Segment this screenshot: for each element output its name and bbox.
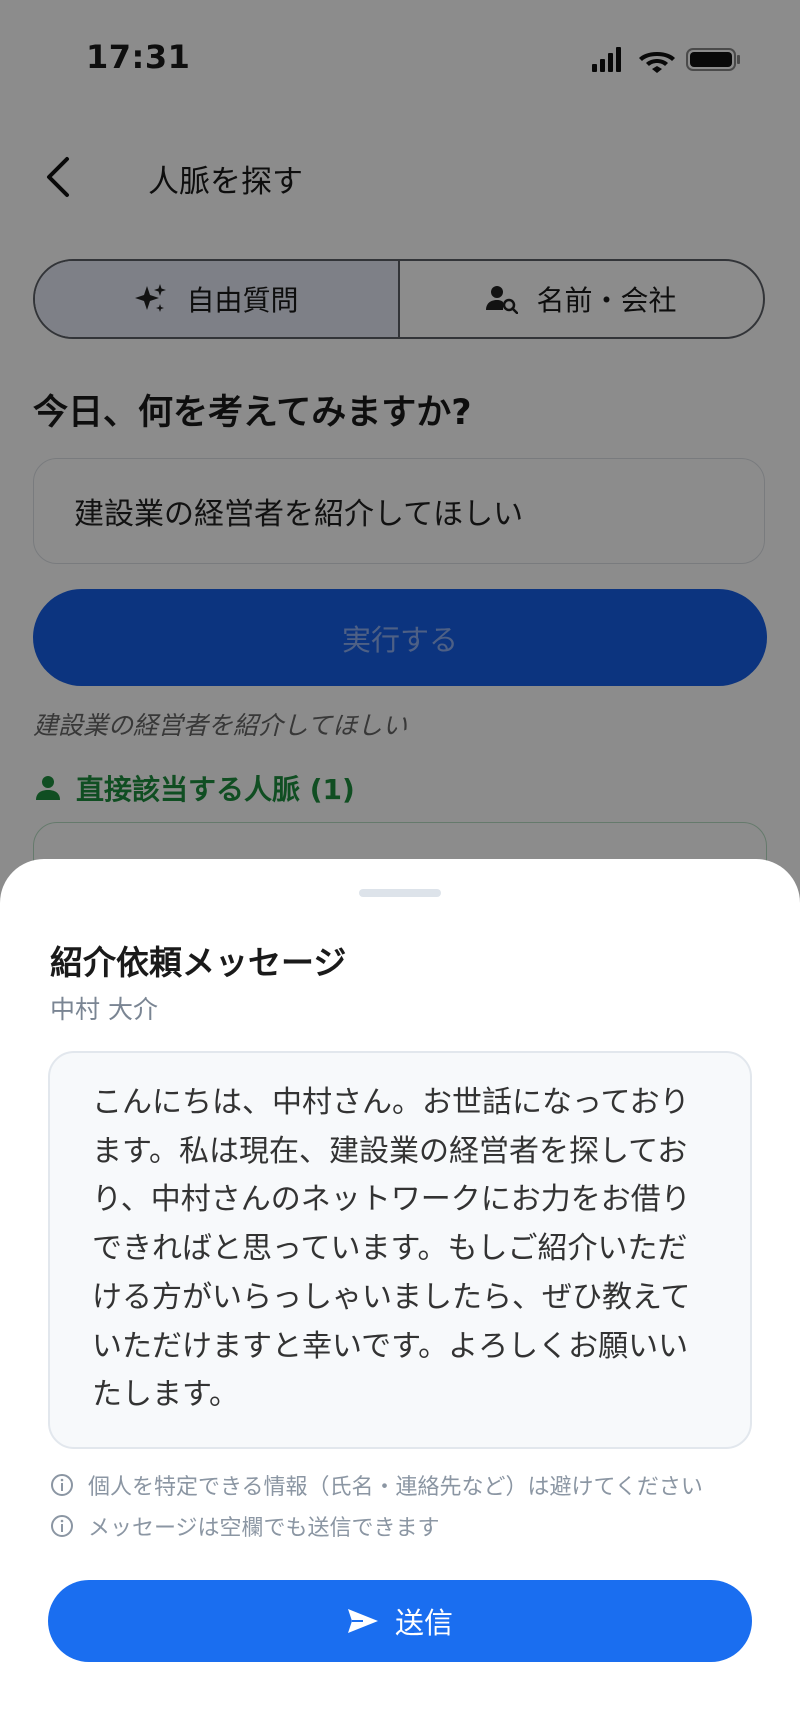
empty-ok-note-text: メッセージは空欄でも送信できます (88, 1516, 440, 1541)
info-icon (51, 1515, 73, 1537)
privacy-note: 個人を特定できる情報（氏名・連絡先など）は避けてください (50, 1469, 703, 1501)
info-icon (51, 1474, 73, 1496)
sheet-title: 紹介依頼メッセージ (50, 943, 347, 982)
privacy-note-text: 個人を特定できる情報（氏名・連絡先など）は避けてください (88, 1475, 703, 1500)
recipient-name: 中村 大介 (50, 995, 158, 1024)
message-text: こんにちは、中村さん。お世話になっております。私は現在、建設業の経営者を探してお… (92, 1085, 691, 1413)
send-button-label: 送信 (394, 1606, 453, 1640)
empty-ok-note: メッセージは空欄でも送信できます (50, 1510, 440, 1542)
send-icon (347, 1609, 378, 1633)
sheet-grabber[interactable] (359, 889, 441, 897)
send-button[interactable]: 送信 (48, 1580, 752, 1662)
message-textarea[interactable]: こんにちは、中村さん。お世話になっております。私は現在、建設業の経営者を探してお… (48, 1051, 752, 1449)
intro-request-sheet: 紹介依頼メッセージ 中村 大介 こんにちは、中村さん。お世話になっております。私… (0, 859, 800, 1735)
